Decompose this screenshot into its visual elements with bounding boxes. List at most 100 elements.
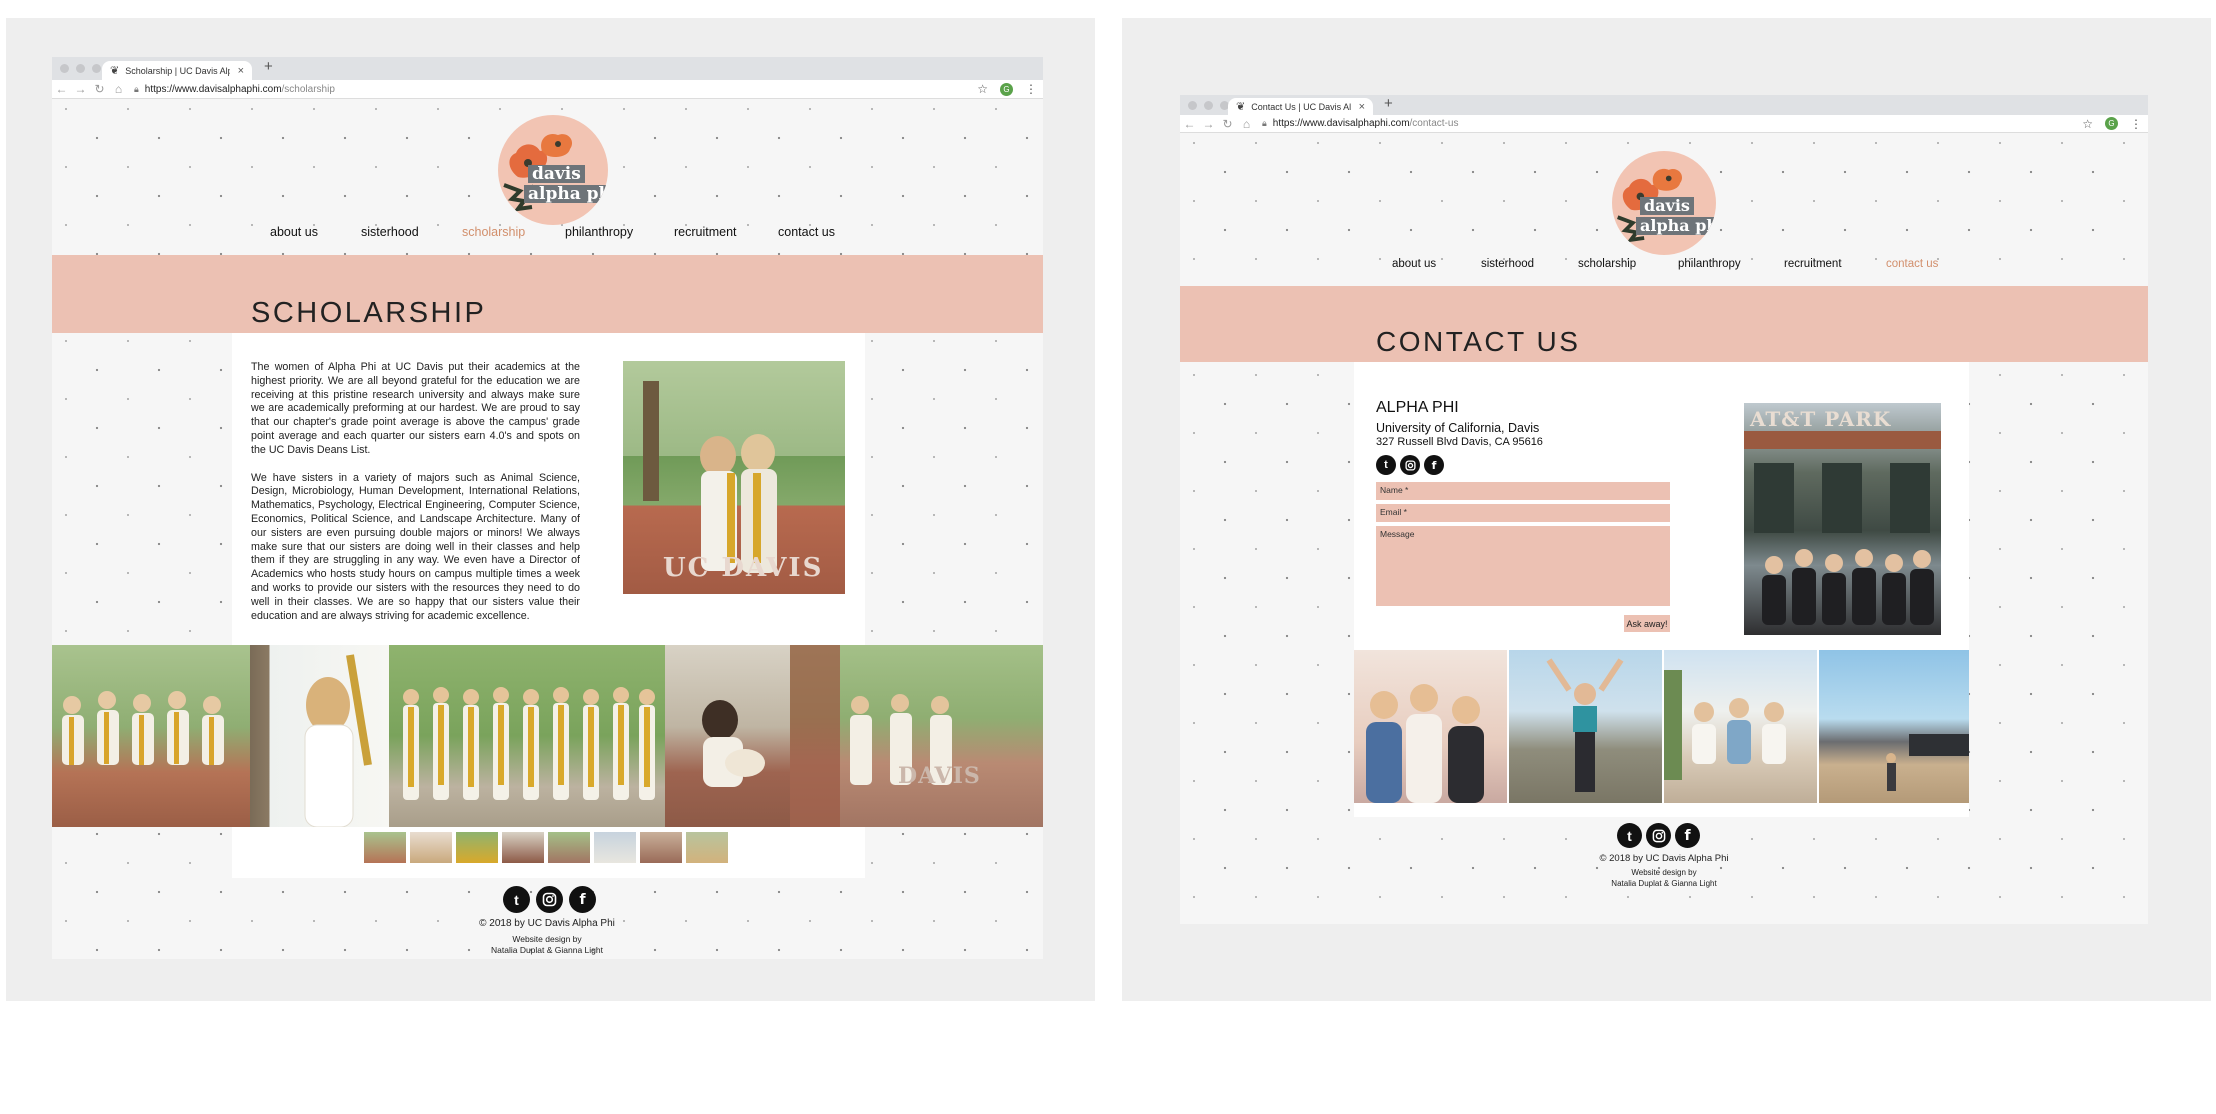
tumblr-icon[interactable]: t <box>503 886 530 913</box>
lock-icon: 🔒︎ <box>134 83 139 94</box>
gallery-photo-4[interactable] <box>665 645 790 827</box>
featured-photo[interactable]: AT&T PARK <box>1744 403 1941 635</box>
thumbnail-7[interactable] <box>640 832 682 863</box>
site-logo[interactable]: davis alpha phi <box>498 115 608 225</box>
reload-icon[interactable]: ↻ <box>90 82 109 96</box>
gallery-figures-3 <box>1664 670 1786 780</box>
thumbnail-6[interactable] <box>594 832 636 863</box>
photo-sign-text: UC DAVIS <box>663 553 824 583</box>
forward-icon[interactable]: → <box>1199 117 1218 131</box>
thumbnail-8[interactable] <box>686 832 728 863</box>
menu-kebab-icon[interactable]: ⋮ <box>2130 117 2142 131</box>
back-icon[interactable]: ← <box>52 82 71 96</box>
logo-line-davis: davis <box>528 165 585 183</box>
copyright-text: © 2018 by UC Davis Alpha Phi <box>479 918 615 929</box>
nav-item-recruitment[interactable]: recruitment <box>1784 258 1842 270</box>
profile-avatar[interactable]: G <box>1000 82 1013 96</box>
browser-tab-scholarship[interactable]: ❦ Scholarship | UC Davis Alpha P × <box>102 61 252 80</box>
forward-icon[interactable]: → <box>71 82 90 96</box>
nav-item-contact-us[interactable]: contact us <box>1886 258 1938 270</box>
instagram-icon[interactable] <box>1400 455 1420 475</box>
gallery-photo-3[interactable] <box>389 645 665 827</box>
thumbnail-3[interactable] <box>456 832 498 863</box>
university-name: University of California, Davis <box>1376 421 1540 435</box>
menu-kebab-icon[interactable]: ⋮ <box>1025 82 1037 96</box>
tumblr-icon[interactable]: t <box>1376 455 1396 475</box>
nav-item-about-us[interactable]: about us <box>270 225 318 239</box>
browser-tab-contact-us[interactable]: ❦ Contact Us | UC Davis Alpha P × <box>1228 98 1373 115</box>
thumbnail-1[interactable] <box>364 832 406 863</box>
gallery-photo-1[interactable] <box>1354 650 1507 803</box>
address-bar: ← → ↻ ⌂ 🔒︎ https://www.davisalphaphi.com… <box>52 80 1043 99</box>
page-title: CONTACT US <box>1376 326 1581 357</box>
nav-item-recruitment[interactable]: recruitment <box>674 225 737 239</box>
org-name: ALPHA PHI <box>1376 399 1459 416</box>
gallery-photo-4[interactable] <box>1819 650 1969 803</box>
nav-item-about-us[interactable]: about us <box>1392 258 1436 270</box>
thumbnail-4[interactable] <box>502 832 544 863</box>
window-controls[interactable] <box>60 64 101 73</box>
instagram-icon[interactable] <box>536 886 563 913</box>
submit-button[interactable]: Ask away! <box>1624 615 1670 632</box>
credit-line-1: Website design by <box>1631 868 1697 877</box>
tab-title: Contact Us | UC Davis Alpha P <box>1251 101 1351 112</box>
facebook-icon[interactable]: f <box>1675 823 1700 848</box>
site-logo[interactable]: davis alpha phi <box>1612 151 1716 255</box>
instagram-icon[interactable] <box>1646 823 1671 848</box>
new-tab-icon[interactable]: + <box>1384 95 1393 112</box>
page-title: SCHOLARSHIP <box>251 297 487 329</box>
close-tab-icon[interactable]: × <box>238 65 244 77</box>
footer-text: © 2018 by UC Davis Alpha Phi Website des… <box>1564 853 1764 889</box>
home-icon[interactable]: ⌂ <box>109 82 128 96</box>
nav-item-sisterhood[interactable]: sisterhood <box>1481 258 1534 270</box>
facebook-icon[interactable]: f <box>1424 455 1444 475</box>
gallery-photo-5[interactable]: DAVIS <box>790 645 1043 827</box>
thumbnail-5[interactable] <box>548 832 590 863</box>
message-field[interactable]: Message <box>1376 526 1670 606</box>
name-field[interactable]: Name * <box>1376 482 1670 500</box>
gallery-photo-2[interactable] <box>1509 650 1662 803</box>
new-tab-icon[interactable]: + <box>264 58 273 75</box>
logo-line-alpha-phi: alpha phi <box>1636 217 1716 235</box>
credit-line-2: Natalia Duplat & Gianna Light <box>1611 878 1717 888</box>
window-controls[interactable] <box>1188 101 1229 110</box>
web-page: davis alpha phi about us sisterhood scho… <box>1180 133 2148 924</box>
tab-title: Scholarship | UC Davis Alpha P <box>125 65 229 76</box>
footer-social-icons: t f <box>1617 823 1700 848</box>
gallery-photo-1[interactable] <box>52 645 250 827</box>
profile-avatar[interactable]: G <box>2105 117 2118 130</box>
nav-item-philanthropy[interactable]: philanthropy <box>565 225 633 239</box>
url-field[interactable]: 🔒︎ https://www.davisalphaphi.com/scholar… <box>128 80 977 98</box>
nav-item-scholarship[interactable]: scholarship <box>1578 258 1636 270</box>
gallery-photo-3[interactable] <box>1664 650 1817 803</box>
gallery-photo-2[interactable] <box>250 645 389 827</box>
site-favicon-icon: ❦ <box>1236 101 1246 113</box>
thumbnail-2[interactable] <box>410 832 452 863</box>
gallery-figures-4 <box>1886 734 1969 791</box>
address-text: 327 Russell Blvd Davis, CA 95616 <box>1376 436 1543 448</box>
close-tab-icon[interactable]: × <box>1359 101 1365 113</box>
featured-photo[interactable]: UC DAVIS <box>623 361 845 594</box>
gallery-figures-2 <box>1546 658 1624 792</box>
paragraph-1: The women of Alpha Phi at UC Davis put t… <box>251 361 580 456</box>
gallery-figures-1 <box>62 691 224 765</box>
footer-text: © 2018 by UC Davis Alpha Phi Website des… <box>447 918 647 955</box>
tab-bar: ❦ Contact Us | UC Davis Alpha P × + <box>1180 95 2148 115</box>
nav-item-sisterhood[interactable]: sisterhood <box>361 225 419 239</box>
lock-icon: 🔒︎ <box>1262 118 1267 128</box>
home-icon[interactable]: ⌂ <box>1237 117 1256 131</box>
main-nav: about us sisterhood scholarship philanth… <box>52 225 1043 245</box>
url-field[interactable]: 🔒︎ https://www.davisalphaphi.com/contact… <box>1256 115 2082 132</box>
back-icon[interactable]: ← <box>1180 117 1199 131</box>
reload-icon[interactable]: ↻ <box>1218 117 1237 131</box>
bookmark-star-icon[interactable]: ☆ <box>2082 117 2093 131</box>
email-field[interactable]: Email * <box>1376 504 1670 522</box>
logo-line-alpha-phi: alpha phi <box>524 185 608 203</box>
facebook-icon[interactable]: f <box>569 886 596 913</box>
gallery-figures-4 <box>702 700 765 787</box>
nav-item-scholarship[interactable]: scholarship <box>462 225 525 239</box>
tumblr-icon[interactable]: t <box>1617 823 1642 848</box>
nav-item-philanthropy[interactable]: philanthropy <box>1678 258 1741 270</box>
bookmark-star-icon[interactable]: ☆ <box>977 82 988 96</box>
nav-item-contact-us[interactable]: contact us <box>778 225 835 239</box>
